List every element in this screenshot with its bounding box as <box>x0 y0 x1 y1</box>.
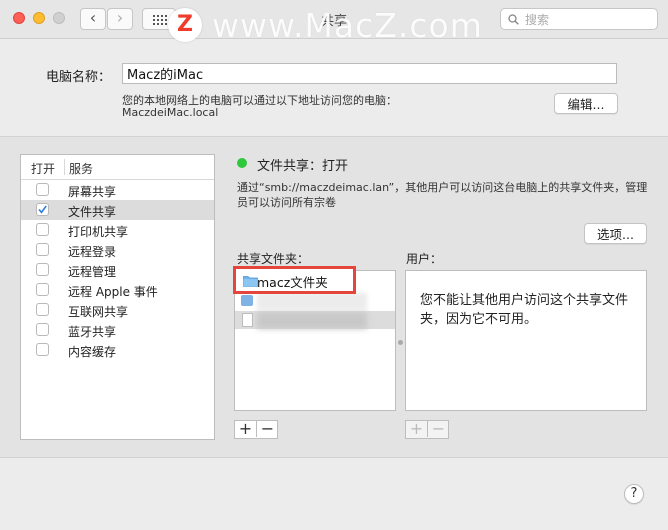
service-row[interactable]: 打印机共享 <box>21 220 214 240</box>
list-item[interactable] <box>235 311 395 329</box>
users-list[interactable]: 您不能让其他用户访问这个共享文件夹，因为它不可用。 <box>405 270 647 411</box>
column-divider <box>64 159 65 175</box>
service-label: 远程登录 <box>68 245 117 259</box>
service-label: 文件共享 <box>68 205 117 219</box>
edit-button[interactable]: 编辑... <box>554 93 618 114</box>
users-unavailable-message: 您不能让其他用户访问这个共享文件夹，因为它不可用。 <box>420 293 629 327</box>
service-checkbox[interactable] <box>36 203 49 216</box>
computer-name-input[interactable] <box>122 63 617 84</box>
add-user-button[interactable]: + <box>406 420 428 438</box>
redacted-name <box>257 293 367 309</box>
split-view-handle[interactable] <box>398 340 403 345</box>
computer-name-label: 电脑名称： <box>46 70 112 85</box>
service-checkbox[interactable] <box>36 263 49 276</box>
folder-name: macz文件夹 <box>257 275 328 290</box>
search-box[interactable] <box>500 8 658 30</box>
service-label: 屏幕共享 <box>68 185 117 199</box>
service-checkbox[interactable] <box>36 343 49 356</box>
service-label: 内容缓存 <box>68 345 117 359</box>
service-label: 互联网共享 <box>68 305 129 319</box>
service-checkbox[interactable] <box>36 183 49 196</box>
users-label: 用户： <box>406 252 443 266</box>
folder-add-remove-control: + − <box>234 420 278 439</box>
service-checkbox[interactable] <box>36 243 49 256</box>
search-input[interactable] <box>523 10 655 30</box>
service-checkbox[interactable] <box>36 283 49 296</box>
highlighted-folder-item[interactable]: macz文件夹 <box>233 266 356 294</box>
service-row[interactable]: 远程 Apple 事件 <box>21 280 214 300</box>
local-hostname: MaczdeiMac.local <box>122 106 219 119</box>
folder-icon <box>241 295 253 306</box>
status-indicator <box>237 158 247 168</box>
service-list-header: 打开 服务 <box>21 155 214 180</box>
user-add-remove-control: + − <box>405 420 449 439</box>
checkmark-icon <box>38 205 47 214</box>
column-header-service[interactable]: 服务 <box>69 160 93 177</box>
service-checkbox[interactable] <box>36 323 49 336</box>
service-row[interactable]: 蓝牙共享 <box>21 320 214 340</box>
help-button[interactable]: ? <box>624 484 644 504</box>
service-row[interactable]: 屏幕共享 <box>21 180 214 200</box>
service-label: 远程管理 <box>68 265 117 279</box>
service-row[interactable]: 远程管理 <box>21 260 214 280</box>
search-icon <box>508 14 519 25</box>
column-header-open[interactable]: 打开 <box>31 160 55 177</box>
watermark-logo: Z <box>168 8 202 42</box>
service-label: 蓝牙共享 <box>68 325 117 339</box>
service-checkbox[interactable] <box>36 223 49 236</box>
folder-icon <box>243 276 258 287</box>
service-row[interactable]: 文件共享 <box>21 200 214 220</box>
shared-folders-label: 共享文件夹： <box>237 252 310 266</box>
document-icon <box>242 313 253 327</box>
watermark-text: www.MacZ.com <box>212 6 483 45</box>
service-row[interactable]: 远程登录 <box>21 240 214 260</box>
service-row[interactable]: 互联网共享 <box>21 300 214 320</box>
redacted-name <box>257 312 367 329</box>
remove-folder-button[interactable]: − <box>257 420 278 438</box>
file-sharing-description: 通过“smb://maczdeimac.lan”，其他用户可以访问这台电脑上的共… <box>237 181 648 209</box>
service-list: 打开 服务 屏幕共享文件共享打印机共享远程登录远程管理远程 Apple 事件 互联… <box>20 154 215 440</box>
service-label: 远程 Apple 事件 <box>68 285 158 299</box>
file-sharing-status: 文件共享：打开 <box>257 159 349 174</box>
options-button[interactable]: 选项... <box>584 223 647 244</box>
service-label: 打印机共享 <box>68 225 129 239</box>
remove-user-button[interactable]: − <box>428 420 449 438</box>
service-checkbox[interactable] <box>36 303 49 316</box>
service-row[interactable]: 内容缓存 <box>21 340 214 360</box>
add-folder-button[interactable]: + <box>235 420 257 438</box>
